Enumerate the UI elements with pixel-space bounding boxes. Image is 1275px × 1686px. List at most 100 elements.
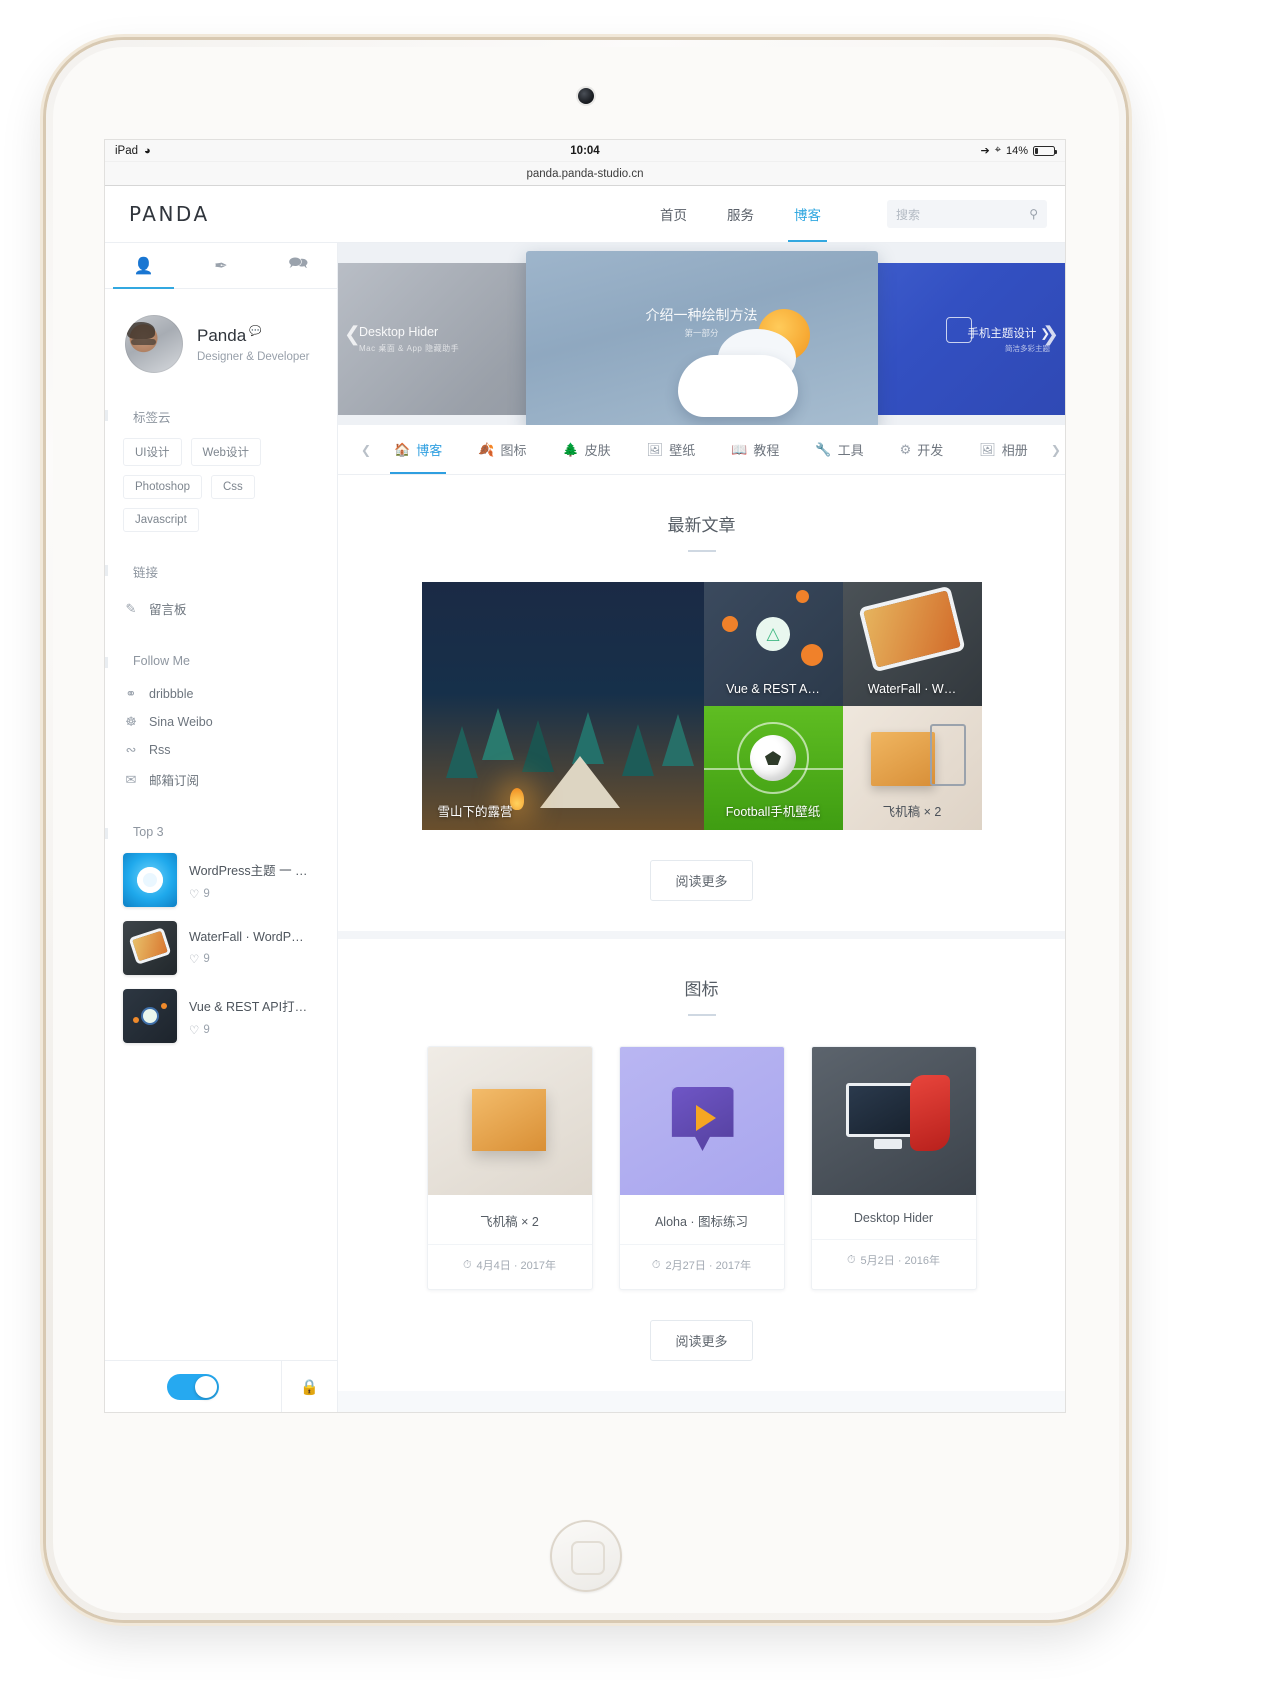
theme-toggle[interactable]: [167, 1373, 219, 1400]
location-arrow-icon: ➔: [980, 145, 990, 157]
sidebar-tab-comments[interactable]: 🗪: [260, 243, 337, 288]
main-content: Desktop Hider Mac 桌面 & App 隐藏助手 手机主题设计 ❯…: [338, 243, 1065, 1412]
search-icon[interactable]: ⚲: [1029, 207, 1038, 221]
category-tab-blog[interactable]: 🏠 博客: [376, 425, 460, 474]
follow-weibo[interactable]: ☸ Sina Weibo: [123, 708, 319, 736]
category-prev-icon[interactable]: ❮: [356, 443, 376, 457]
icon-card-hider[interactable]: Desktop Hider ⏱ 5月2日 · 2016年: [810, 1046, 977, 1290]
sidebar-footer: 🔒: [105, 1360, 337, 1412]
front-camera-icon: [578, 88, 594, 104]
tag-ui-design[interactable]: UI设计: [123, 438, 182, 466]
follow-rss[interactable]: ∾ Rss: [123, 736, 319, 764]
top3-item-3[interactable]: Vue & REST API打… ♡ 9: [123, 989, 319, 1043]
icon-card-hider-image: [811, 1047, 976, 1195]
article-tile-waterfall[interactable]: WaterFall · W…: [842, 582, 982, 706]
nav-item-home[interactable]: 首页: [658, 186, 689, 242]
category-tab-wallpaper-label: 壁纸: [669, 443, 696, 458]
hero-slide-right-title: 手机主题设计 ❯: [967, 325, 1050, 341]
tablet-shape: [862, 590, 961, 668]
article-tile-camping[interactable]: 雪山下的露营: [421, 582, 704, 830]
article-tile-vue-caption: Vue & REST A…: [726, 682, 820, 696]
hero-slide-left-title: Desktop Hider: [359, 325, 439, 339]
category-tab-icons[interactable]: 🍂 图标: [460, 425, 544, 474]
follow-email[interactable]: ✉ 邮箱订阅: [123, 764, 319, 795]
weibo-icon: ☸: [125, 714, 137, 729]
article-tile-box[interactable]: 飞机稿 × 2: [842, 706, 982, 830]
category-tab-tools[interactable]: 🔧 工具: [797, 425, 881, 474]
image-icon: 🖼: [646, 441, 664, 457]
main-navigation: 首页 服务 博客 搜索 ⚲: [658, 186, 1047, 242]
tag-javascript[interactable]: Javascript: [123, 508, 199, 532]
leaf-icon: 🍂: [478, 441, 495, 457]
top3-meta-1: WordPress主题 一 … ♡ 9: [189, 860, 308, 901]
battery-icon: [1033, 145, 1057, 156]
profile-block: Panda 💬 Designer & Developer: [123, 289, 319, 377]
clock-icon: ⏱: [651, 1258, 661, 1271]
icon-card-box-image: [427, 1047, 592, 1195]
link-guestbook[interactable]: ✎ 留言板: [123, 593, 319, 624]
sidebar-tabs: 👤 ✒ 🗪: [105, 243, 337, 289]
category-tab-album[interactable]: 🖼 相册: [961, 425, 1046, 474]
tree-icon: 🌲: [562, 441, 579, 457]
carousel-next-button[interactable]: ❯: [1042, 322, 1059, 347]
category-tab-tools-label: 工具: [837, 443, 864, 458]
avatar: [125, 315, 183, 373]
dribbble-icon: ⚭: [125, 686, 137, 701]
profile-text: Panda 💬 Designer & Developer: [197, 326, 310, 363]
follow-dribbble-label: dribbble: [149, 687, 194, 701]
bluetooth-icon: ⌖: [994, 144, 1001, 156]
top3-like-count-1: 9: [203, 887, 210, 900]
mail-icon: ✉: [125, 771, 137, 787]
icon-card-box[interactable]: 飞机稿 × 2 ⏱ 4月4日 · 2017年: [426, 1046, 593, 1290]
read-more-icons-button[interactable]: 阅读更多: [650, 1320, 753, 1361]
hero-carousel: Desktop Hider Mac 桌面 & App 隐藏助手 手机主题设计 ❯…: [338, 243, 1065, 425]
icon-card-aloha-title: Aloha · 图标练习: [654, 1215, 749, 1229]
wifi-icon: ◕: [144, 144, 151, 157]
read-more-articles-button[interactable]: 阅读更多: [650, 860, 753, 901]
site-logo[interactable]: PANDA: [129, 202, 210, 226]
icon-card-box-date-text: 4月4日 · 2017年: [476, 1260, 557, 1272]
follow-email-label: 邮箱订阅: [149, 774, 200, 788]
lock-button[interactable]: 🔒: [281, 1361, 337, 1412]
icon-card-aloha[interactable]: Aloha · 图标练习 ⏱ 2月27日 · 2017年: [618, 1046, 785, 1290]
top3-title: Top 3: [105, 825, 319, 839]
article-mosaic: 雪山下的露营 △ Vue & REST A… WaterFall · W… Fo…: [421, 582, 982, 830]
section-icons: 图标 飞机稿 × 2 ⏱ 4月4日 · 2017年 Aloha · 图标练习 ⏱…: [338, 931, 1065, 1391]
icon-card-aloha-image: [619, 1047, 784, 1195]
tag-photoshop[interactable]: Photoshop: [123, 475, 202, 499]
article-tile-football[interactable]: Football手机壁纸: [703, 706, 843, 830]
top3-item-2[interactable]: WaterFall · WordP… ♡ 9: [123, 921, 319, 975]
wordpress-theme-thumb: [123, 853, 177, 907]
top3-title-3: Vue & REST API打…: [189, 999, 308, 1014]
lock-icon: 🔒: [300, 1378, 319, 1396]
article-tile-vue[interactable]: △ Vue & REST A…: [703, 582, 843, 706]
category-tab-dev[interactable]: ⚙ 开发: [882, 425, 962, 474]
heart-icon: ♡: [189, 888, 200, 901]
ipad-screen: iPad ◕ 10:04 ➔ ⌖ 14% panda.panda-studio.…: [105, 140, 1065, 1412]
category-tab-wallpaper[interactable]: 🖼 壁纸: [629, 425, 714, 474]
home-button[interactable]: [550, 1520, 622, 1592]
clock-icon: ⏱: [846, 1253, 856, 1266]
category-tab-tutorial[interactable]: 📖 教程: [713, 425, 797, 474]
sidebar-tab-profile[interactable]: 👤: [105, 243, 182, 289]
sidebar: 👤 ✒ 🗪 Panda 💬 Designer & Developer 标签云 U…: [105, 243, 338, 1412]
sidebar-toggle-wrap: [105, 1373, 281, 1400]
category-next-icon[interactable]: ❯: [1046, 443, 1065, 457]
tag-cloud: UI设计 Web设计 Photoshop Css Javascript: [123, 438, 319, 532]
tag-web-design[interactable]: Web设计: [190, 438, 261, 466]
top3-item-1[interactable]: WordPress主题 一 … ♡ 9: [123, 853, 319, 907]
follow-dribbble[interactable]: ⚭ dribbble: [123, 680, 319, 708]
section-latest-title: 最新文章: [667, 516, 736, 535]
wrench-icon: 🔧: [815, 441, 832, 457]
hero-slide-center[interactable]: 介绍一种绘制方法 第一部分: [525, 251, 878, 425]
sidebar-tab-write[interactable]: ✒: [182, 243, 259, 288]
carousel-prev-button[interactable]: ❮: [344, 322, 361, 347]
red-cloth-shape: [909, 1075, 950, 1151]
tag-css[interactable]: Css: [211, 475, 255, 499]
safari-url-bar[interactable]: panda.panda-studio.cn: [105, 162, 1065, 186]
hero-slide-left-subtitle: Mac 桌面 & App 隐藏助手: [359, 344, 460, 353]
category-tab-skins[interactable]: 🌲 皮肤: [544, 425, 628, 474]
nav-item-blog[interactable]: 博客: [788, 186, 827, 242]
search-input[interactable]: 搜索 ⚲: [887, 200, 1047, 228]
nav-item-services[interactable]: 服务: [725, 186, 756, 242]
